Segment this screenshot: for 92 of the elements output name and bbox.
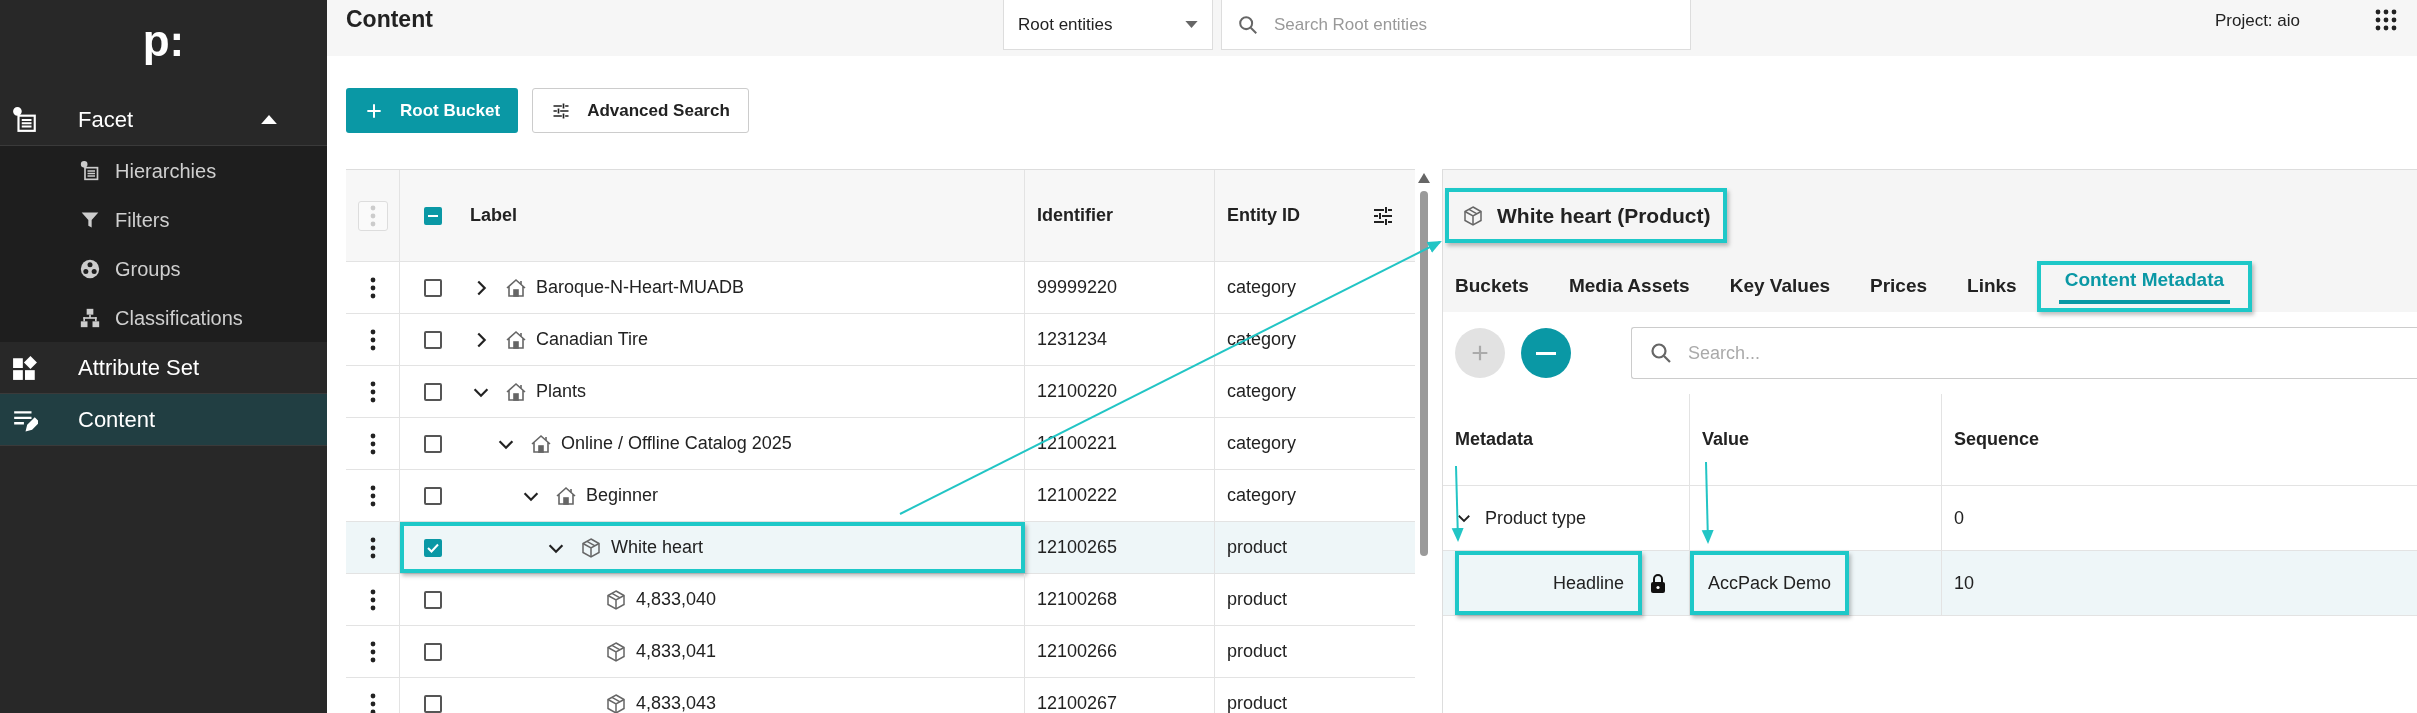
table-cell: 12100266 [1025, 626, 1215, 677]
group-circles-icon [80, 258, 100, 279]
cube-icon [604, 639, 628, 664]
tab[interactable]: Links [1947, 261, 2037, 312]
row-checkbox[interactable] [424, 642, 442, 661]
table-cell-text: product [1226, 692, 1289, 713]
cube-icon [1461, 203, 1485, 228]
more-icon[interactable] [369, 692, 376, 713]
document-list-icon [80, 160, 100, 181]
more-icon[interactable] [369, 432, 376, 455]
table-cell-text: category [1226, 484, 1298, 507]
table-cell-text: 0 [1953, 506, 1965, 530]
tree-item-label[interactable]: Beginner [586, 482, 659, 509]
row-checkbox[interactable] [424, 590, 442, 609]
more-icon[interactable] [369, 380, 376, 403]
more-icon[interactable] [369, 328, 376, 351]
tab[interactable]: Prices [1850, 261, 1948, 312]
tree-item-label[interactable]: Online / Offline Catalog 2025 [561, 430, 792, 457]
tab[interactable]: Media Assets [1548, 261, 1710, 312]
metadata-name: Product type [1485, 506, 1587, 530]
tree-item-label[interactable]: White heart [611, 534, 704, 561]
more-icon[interactable] [369, 588, 376, 611]
sidebar-item[interactable]: Content [0, 394, 327, 446]
scroll-up-icon [1418, 173, 1430, 183]
row-checkbox[interactable] [424, 538, 442, 557]
row-checkbox[interactable] [424, 278, 442, 297]
tree-item-label[interactable]: 4,833,040 [636, 586, 717, 613]
column-header: Metadata [1443, 394, 1690, 485]
table-cell: 99999220 [1025, 262, 1215, 313]
row-checkbox[interactable] [424, 486, 442, 505]
search-field[interactable]: Search... [1631, 327, 2417, 379]
column-header: Label [470, 204, 517, 227]
sidebar-subitem[interactable]: Classifications [0, 293, 327, 342]
row-checkbox[interactable] [424, 330, 442, 349]
more-icon[interactable] [369, 536, 376, 559]
more-icon[interactable] [369, 640, 376, 663]
table-cell: 12100268 [1025, 574, 1215, 625]
tab[interactable]: Key Values [1709, 261, 1850, 312]
table-cell: 1231234 [1025, 314, 1215, 365]
apps-grid-icon[interactable] [2375, 9, 2397, 31]
column-header: Entity ID [1227, 204, 1300, 227]
tab[interactable]: Buckets [1443, 261, 1549, 312]
select-all-checkbox[interactable] [424, 206, 442, 225]
tree-item-label[interactable]: 4,833,043 [636, 690, 717, 713]
cube-icon [604, 587, 628, 612]
logo: p: [141, 15, 186, 67]
advanced-search-button[interactable]: Advanced Search [532, 88, 749, 133]
column-header: Identifier [1025, 170, 1215, 261]
tree-item-label[interactable]: 4,833,041 [636, 638, 717, 665]
tree-item-label[interactable]: Canadian Tire [536, 326, 649, 353]
more-icon[interactable] [369, 276, 376, 299]
table-cell: 12100221 [1025, 418, 1215, 469]
table-cell-text: category [1226, 380, 1298, 403]
table-cell-text: category [1226, 276, 1298, 299]
column-header: Sequence [1953, 428, 2041, 451]
table-cell: 12100265 [1025, 522, 1215, 573]
project-label: Project: aio [2214, 10, 2300, 32]
document-list-icon [12, 106, 38, 133]
remove-button[interactable] [1521, 328, 1571, 378]
caret-icon [1185, 21, 1198, 28]
table-cell-text: product [1226, 536, 1289, 559]
page-title: Content [346, 5, 434, 34]
table-cell: 12100220 [1025, 366, 1215, 417]
tree-item-label[interactable]: Plants [536, 378, 587, 405]
more-icon[interactable] [369, 484, 376, 507]
tree-item-label[interactable]: Baroque-N-Heart-MUADB [536, 274, 745, 301]
minus-icon [428, 214, 438, 217]
scope-dropdown[interactable]: Root entities [1003, 0, 1213, 50]
cube-icon [604, 691, 628, 713]
hierarchy-icon [80, 307, 100, 328]
table-cell: 12100267 [1025, 678, 1215, 713]
search-field[interactable]: Search Root entities [1221, 0, 1691, 50]
row-checkbox[interactable] [424, 382, 442, 401]
minus-icon [1536, 351, 1556, 355]
table-cell: 12100222 [1025, 470, 1215, 521]
metadata-value: AccPack Demo [1690, 551, 1850, 615]
widgets-icon [12, 354, 38, 381]
table-cell-text: 10 [1953, 571, 1976, 595]
panel-title: White heart (Product) [1445, 187, 1727, 244]
sidebar-subitem[interactable]: Groups [0, 244, 327, 293]
more-icon [369, 204, 376, 227]
table-cell-text: product [1226, 640, 1289, 663]
cube-icon [579, 535, 603, 560]
row-checkbox[interactable] [424, 694, 442, 713]
row-checkbox[interactable] [424, 434, 442, 453]
table-cell-text: category [1226, 432, 1298, 455]
sidebar-subitem[interactable]: Hierarchies [0, 146, 327, 195]
scrollbar-thumb[interactable] [1420, 191, 1428, 556]
table-cell-text: product [1226, 588, 1289, 611]
sidebar-subitem[interactable]: Filters [0, 195, 327, 244]
column-header: Value [1690, 394, 1942, 485]
metadata-name: Headline [1455, 551, 1643, 615]
